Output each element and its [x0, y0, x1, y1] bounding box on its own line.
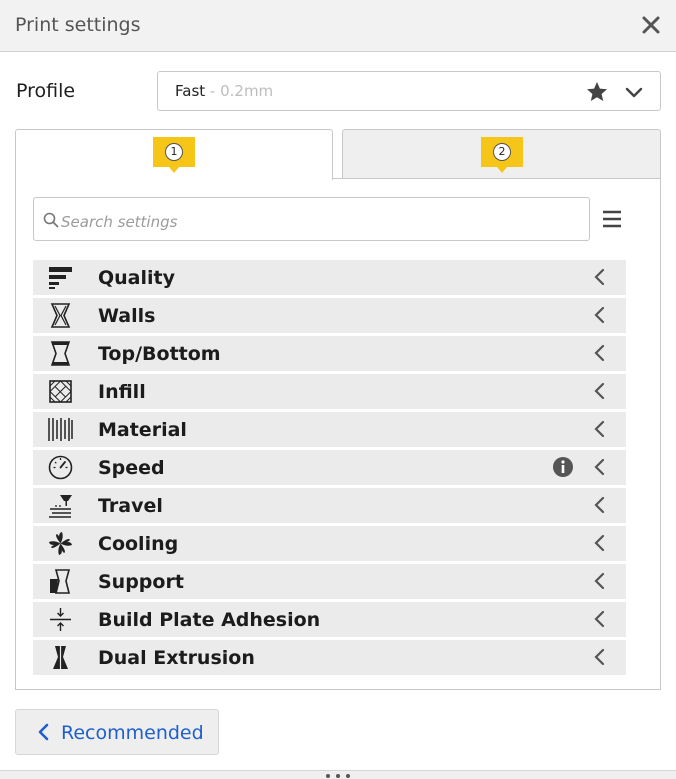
chevron-left-icon — [38, 723, 49, 741]
category-quality[interactable]: Quality — [33, 260, 626, 295]
chevron-down-icon — [625, 87, 643, 98]
close-icon[interactable] — [638, 12, 664, 38]
extruder-1-number: 1 — [165, 143, 183, 161]
dual-extrusion-icon — [53, 646, 68, 669]
category-material[interactable]: Material — [33, 412, 626, 447]
category-speed[interactable]: Speed — [33, 450, 626, 485]
chevron-left-icon — [594, 420, 605, 438]
category-label: Travel — [98, 495, 163, 517]
category-cooling[interactable]: Cooling — [33, 526, 626, 561]
drag-handle-icon — [326, 774, 350, 778]
category-top-bottom[interactable]: Top/Bottom — [33, 336, 626, 371]
chevron-left-icon — [594, 458, 605, 476]
category-support[interactable]: Support — [33, 564, 626, 599]
extruder-1-badge: 1 — [153, 137, 195, 176]
chevron-left-icon — [594, 572, 605, 590]
profile-dropdown[interactable]: Fast - 0.2mm — [157, 71, 661, 111]
settings-menu-icon[interactable] — [600, 207, 624, 231]
infill-icon — [49, 380, 72, 403]
build-plate-adhesion-icon — [50, 608, 71, 631]
category-build-plate-adhesion[interactable]: Build Plate Adhesion — [33, 602, 626, 637]
travel-icon — [49, 495, 72, 518]
chevron-left-icon — [594, 344, 605, 362]
panel-divider — [333, 178, 661, 179]
material-icon — [48, 418, 73, 441]
category-label: Speed — [98, 457, 165, 479]
profile-name: Fast - 0.2mm — [175, 82, 274, 100]
dialog-header: Print settings — [0, 0, 676, 52]
recommended-button[interactable]: Recommended — [15, 709, 219, 755]
chevron-left-icon — [594, 306, 605, 324]
support-icon — [50, 569, 71, 594]
profile-layer-height: - 0.2mm — [205, 82, 274, 100]
category-label: Quality — [98, 267, 175, 289]
info-icon[interactable] — [552, 456, 574, 478]
chevron-left-icon — [594, 648, 605, 666]
dialog-title: Print settings — [15, 14, 141, 36]
category-infill[interactable]: Infill — [33, 374, 626, 409]
recommended-label: Recommended — [61, 722, 204, 744]
category-walls[interactable]: Walls — [33, 298, 626, 333]
category-label: Cooling — [98, 533, 179, 555]
top-bottom-icon — [50, 341, 71, 366]
speed-icon — [48, 455, 73, 480]
category-label: Infill — [98, 381, 146, 403]
category-label: Build Plate Adhesion — [98, 609, 321, 631]
search-placeholder: Search settings — [61, 213, 178, 231]
resize-handle[interactable] — [0, 770, 676, 779]
tab-extruder-1[interactable]: 1 — [15, 129, 333, 180]
category-label: Material — [98, 419, 187, 441]
profile-label: Profile — [16, 80, 76, 102]
category-dual-extrusion[interactable]: Dual Extrusion — [33, 640, 626, 675]
chevron-left-icon — [594, 534, 605, 552]
tab-extruder-2[interactable]: 2 — [342, 129, 661, 179]
category-label: Support — [98, 571, 184, 593]
extruder-2-number: 2 — [493, 143, 511, 161]
category-label: Dual Extrusion — [98, 647, 255, 669]
category-travel[interactable]: Travel — [33, 488, 626, 523]
chevron-left-icon — [594, 610, 605, 628]
category-label: Walls — [98, 305, 156, 327]
cooling-icon — [49, 532, 72, 555]
category-label: Top/Bottom — [98, 343, 221, 365]
search-settings-input[interactable]: Search settings — [33, 197, 590, 241]
chevron-left-icon — [594, 382, 605, 400]
star-icon[interactable] — [585, 80, 609, 104]
walls-icon — [50, 303, 71, 328]
chevron-left-icon — [594, 268, 605, 286]
chevron-left-icon — [594, 496, 605, 514]
search-icon — [43, 212, 59, 228]
quality-icon — [49, 267, 72, 289]
extruder-2-badge: 2 — [481, 137, 523, 176]
